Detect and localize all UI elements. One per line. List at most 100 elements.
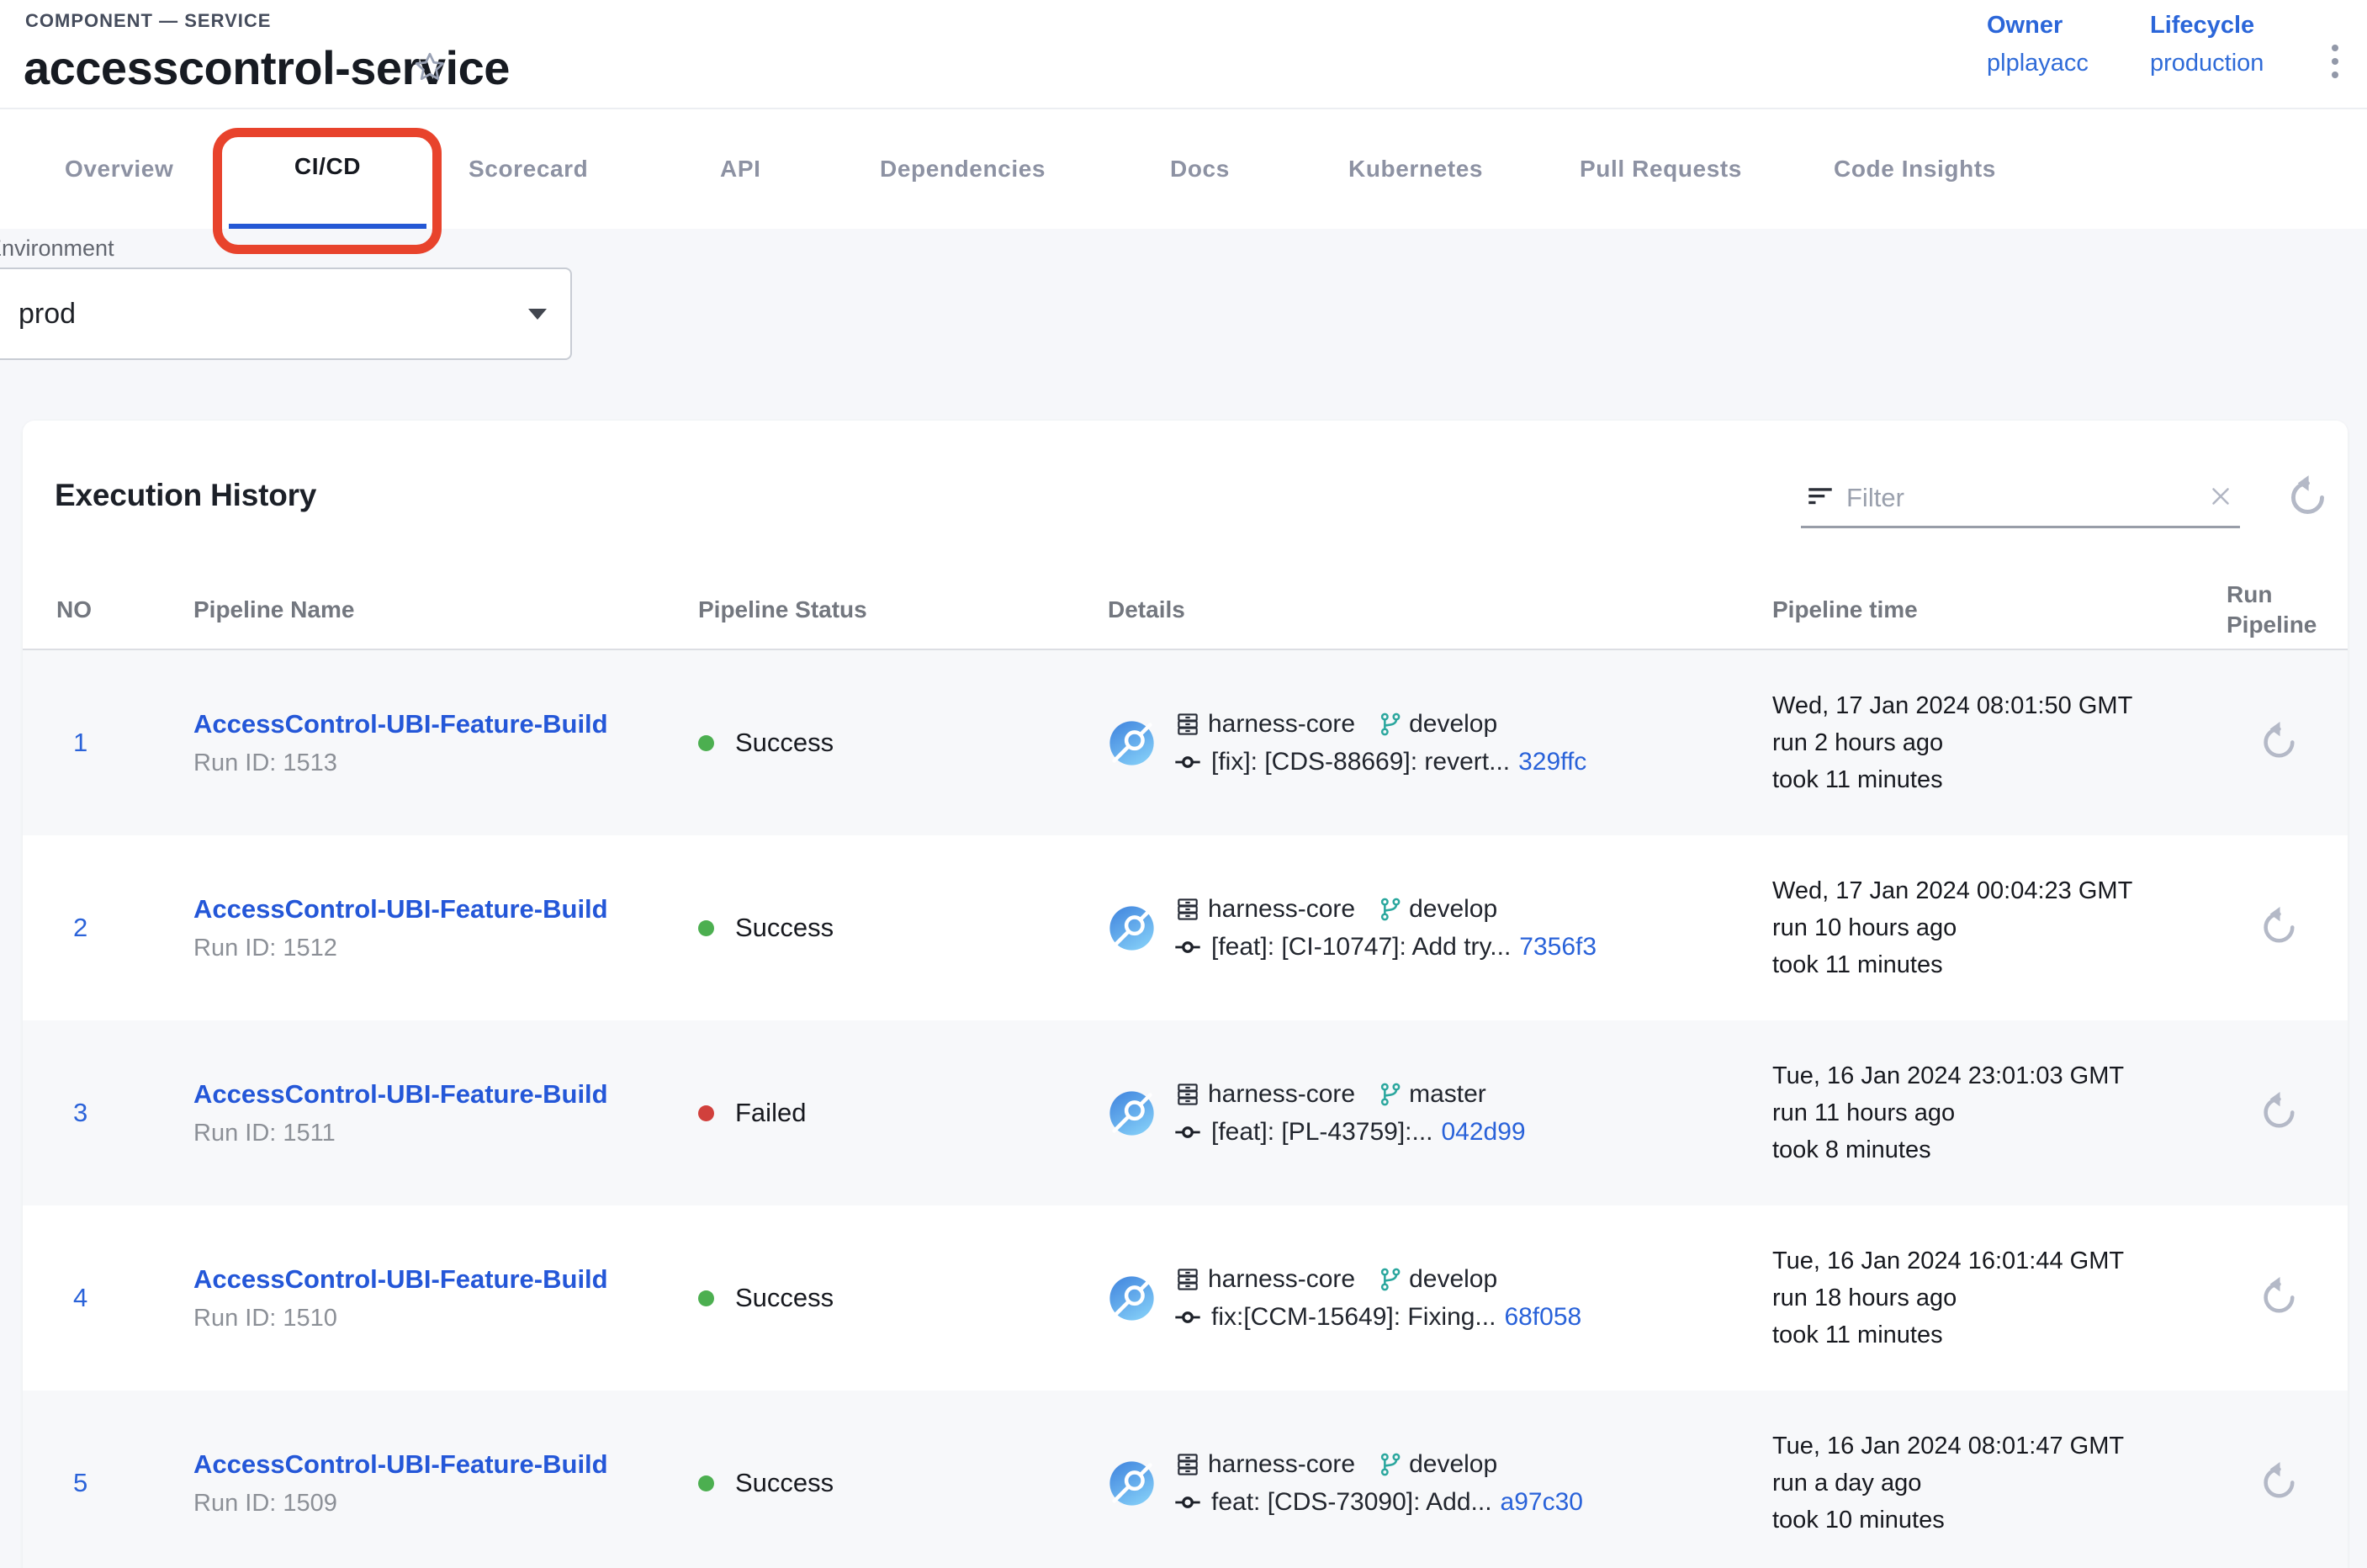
table-row: 4 AccessControl-UBI-Feature-Build Run ID… (23, 1205, 2348, 1391)
pipeline-name-link[interactable]: AccessControl-UBI-Feature-Build (193, 1264, 698, 1295)
commit-hash-link[interactable]: 7356f3 (1519, 933, 1597, 961)
harness-pipeline-icon (1108, 1089, 1156, 1137)
time-duration: took 11 minutes (1772, 946, 2210, 983)
tab-dependencies[interactable]: Dependencies (880, 109, 1046, 229)
run-pipeline-button[interactable] (2255, 719, 2302, 766)
repo-name: harness-core (1208, 1080, 1355, 1109)
run-id: Run ID: 1512 (193, 935, 698, 962)
row-number: 2 (23, 835, 193, 1020)
git-commit-icon (1174, 934, 1201, 961)
execution-history-card: Execution History NO Pipeline Name Pipel… (23, 421, 2348, 1568)
git-commit-icon (1174, 1489, 1201, 1516)
time-absolute: Wed, 17 Jan 2024 08:01:50 GMT (1772, 687, 2210, 724)
lifecycle-value: production (2150, 50, 2264, 77)
tab-scorecard[interactable]: Scorecard (469, 109, 588, 229)
tab-docs[interactable]: Docs (1170, 109, 1230, 229)
col-pipeline-name: Pipeline Name (193, 570, 698, 649)
status-dot (698, 920, 714, 936)
pipeline-name-link[interactable]: AccessControl-UBI-Feature-Build (193, 709, 698, 739)
run-id: Run ID: 1513 (193, 750, 698, 777)
time-duration: took 10 minutes (1772, 1502, 2210, 1539)
commit-message: [feat]: [PL-43759]:... (1211, 1118, 1433, 1147)
time-absolute: Tue, 16 Jan 2024 08:01:47 GMT (1772, 1428, 2210, 1465)
git-branch-icon (1377, 711, 1404, 738)
clear-filter-icon[interactable] (2201, 479, 2240, 516)
row-number: 1 (23, 650, 193, 835)
filter-icon (1806, 481, 1835, 514)
git-branch-icon (1377, 1266, 1404, 1293)
table-row: 1 AccessControl-UBI-Feature-Build Run ID… (23, 650, 2348, 835)
run-pipeline-button[interactable] (2255, 904, 2302, 951)
card-title: Execution History (55, 478, 316, 513)
status-text: Success (735, 1468, 834, 1498)
environment-select[interactable]: prod (0, 268, 572, 360)
time-relative: run 18 hours ago (1772, 1279, 2210, 1316)
harness-pipeline-icon (1108, 1459, 1156, 1507)
environment-label: Environment (0, 236, 114, 262)
run-id: Run ID: 1510 (193, 1305, 698, 1332)
more-options-kebab-icon[interactable] (2318, 32, 2352, 91)
time-relative: run 2 hours ago (1772, 724, 2210, 761)
run-pipeline-button[interactable] (2255, 1274, 2302, 1322)
pipeline-time: Wed, 17 Jan 2024 08:01:50 GMT run 2 hour… (1772, 650, 2210, 835)
git-commit-icon (1174, 1119, 1201, 1146)
page-header: COMPONENT — SERVICE accesscontrol-servic… (0, 0, 2367, 109)
row-number: 3 (23, 1020, 193, 1205)
table-row: 2 AccessControl-UBI-Feature-Build Run ID… (23, 835, 2348, 1020)
status-dot (698, 1105, 714, 1121)
owner-link[interactable]: plplayacc (1987, 50, 2089, 77)
pipeline-name-link[interactable]: AccessControl-UBI-Feature-Build (193, 1449, 698, 1480)
commit-hash-link[interactable]: 68f058 (1504, 1303, 1581, 1332)
harness-pipeline-icon (1108, 719, 1156, 767)
commit-message: [fix]: [CDS-88669]: revert... (1211, 748, 1510, 776)
content-area: Environment prod Execution History NO Pi… (0, 229, 2367, 1568)
git-branch-icon (1377, 1081, 1404, 1108)
table-body: 1 AccessControl-UBI-Feature-Build Run ID… (23, 650, 2348, 1568)
status-text: Success (735, 1283, 834, 1313)
time-relative: run 10 hours ago (1772, 909, 2210, 946)
tab-code-insights[interactable]: Code Insights (1834, 109, 1996, 229)
favorite-star-icon[interactable] (410, 49, 449, 87)
run-pipeline-button[interactable] (2255, 1459, 2302, 1507)
commit-hash-link[interactable]: a97c30 (1501, 1488, 1583, 1517)
time-absolute: Wed, 17 Jan 2024 00:04:23 GMT (1772, 872, 2210, 909)
owner-label: Owner (1987, 12, 2089, 40)
repository-icon (1174, 1266, 1201, 1293)
branch-name: master (1409, 1080, 1486, 1109)
repo-name: harness-core (1208, 710, 1355, 739)
git-branch-icon (1377, 896, 1404, 923)
pipeline-time: Wed, 17 Jan 2024 00:04:23 GMT run 10 hou… (1772, 835, 2210, 1020)
git-branch-icon (1377, 1451, 1404, 1478)
time-relative: run a day ago (1772, 1465, 2210, 1502)
commit-hash-link[interactable]: 042d99 (1442, 1118, 1526, 1147)
pipeline-name-link[interactable]: AccessControl-UBI-Feature-Build (193, 894, 698, 924)
run-pipeline-button[interactable] (2255, 1089, 2302, 1136)
col-run-pipeline: Run Pipeline (2210, 570, 2348, 649)
status-text: Success (735, 913, 834, 943)
pipeline-time: Tue, 16 Jan 2024 08:01:47 GMT run a day … (1772, 1391, 2210, 1568)
commit-message: [feat]: [CI-10747]: Add try... (1211, 933, 1511, 961)
commit-hash-link[interactable]: 329ffc (1518, 748, 1586, 776)
run-id: Run ID: 1509 (193, 1490, 698, 1518)
time-relative: run 11 hours ago (1772, 1094, 2210, 1131)
entity-kind-label: COMPONENT — SERVICE (25, 10, 271, 32)
pipeline-name-link[interactable]: AccessControl-UBI-Feature-Build (193, 1079, 698, 1110)
time-absolute: Tue, 16 Jan 2024 16:01:44 GMT (1772, 1242, 2210, 1279)
row-number: 5 (23, 1391, 193, 1568)
harness-pipeline-icon (1108, 1274, 1156, 1322)
tab-api[interactable]: API (720, 109, 760, 229)
refresh-icon[interactable] (2282, 473, 2333, 523)
table-row: 3 AccessControl-UBI-Feature-Build Run ID… (23, 1020, 2348, 1205)
status-text: Success (735, 728, 834, 758)
repository-icon (1174, 1081, 1201, 1108)
tab-kubernetes[interactable]: Kubernetes (1348, 109, 1483, 229)
tab-pull-requests[interactable]: Pull Requests (1580, 109, 1742, 229)
tab-cicd[interactable]: CI/CD (229, 109, 426, 229)
repository-icon (1174, 1451, 1201, 1478)
repo-name: harness-core (1208, 1450, 1355, 1479)
branch-name: develop (1409, 895, 1497, 924)
filter-input[interactable] (1846, 483, 2201, 513)
commit-message: feat: [CDS-73090]: Add... (1211, 1488, 1492, 1517)
tab-overview[interactable]: Overview (65, 109, 173, 229)
col-no: NO (23, 570, 193, 649)
